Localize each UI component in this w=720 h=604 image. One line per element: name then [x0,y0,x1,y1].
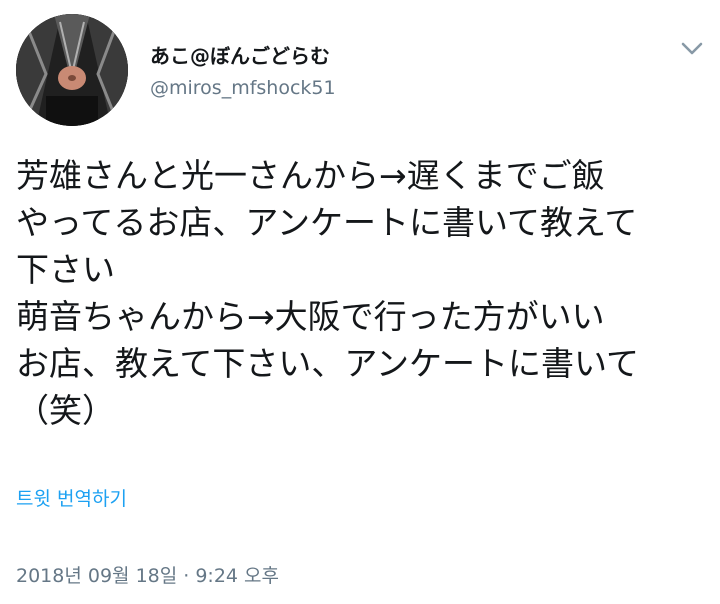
tweet-text-line: （笑） [16,391,115,430]
user-handle[interactable]: @miros_mfshock51 [150,77,336,99]
display-name[interactable]: あこ@ぼんごどらむ [150,40,330,69]
tweet-timestamp[interactable]: 2018년 09월 18일 · 9:24 오후 [16,561,279,588]
avatar[interactable] [16,14,128,126]
avatar-image [16,14,128,126]
tweet-text-line: 芳雄さんと光一さんから→遅くまでご飯 [16,156,605,195]
chevron-down-icon[interactable] [678,36,706,60]
translate-tweet-link[interactable]: 트윗 번역하기 [16,484,127,511]
tweet-text-line: やってるお店、アンケートに書いて教えて [16,203,638,242]
tweet-text-line: 萌音ちゃんから→大阪で行った方がいい [16,297,605,336]
tweet-text-line: 下さい [16,250,115,289]
tweet-text-line: お店、教えて下さい、アンケートに書いて [16,344,640,383]
tweet-text: 芳雄さんと光一さんから→遅くまでご飯 やってるお店、アンケートに書いて教えて 下… [16,152,706,434]
